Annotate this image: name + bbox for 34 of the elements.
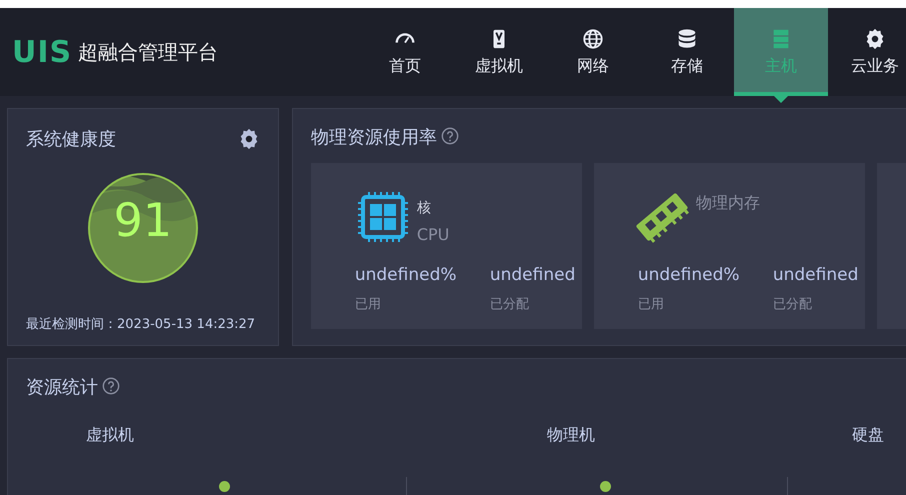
resource-name: CPU [416,225,450,244]
used-label: 已用 [354,296,382,313]
column-title: 虚拟机 [86,425,134,446]
app-title: 超融合管理平台 [78,38,218,66]
nav-tab[interactable]: 首页 [358,8,452,96]
status-dot-icon [600,481,611,492]
settings-icon [864,28,886,50]
nav-tab[interactable]: 云业务 [828,8,906,96]
globe-icon [582,28,604,50]
settings-icon [238,128,260,150]
nav-tab[interactable]: 存储 [640,8,734,96]
column-title: 硬盘 [852,425,884,446]
resource-name: 物理内存 [696,193,760,214]
logo: UIS [12,34,72,70]
health-score: 91 [112,193,174,247]
used-value: undefined% [638,265,741,285]
nav-tab[interactable]: 虚拟机 [452,8,546,96]
allocated-label: 已分配 [772,296,813,313]
help-icon[interactable] [440,127,459,145]
unit-label: 核 [416,199,432,217]
allocated-value: undefined [490,265,576,285]
last-check-time: 最近检测时间：2023-05-13 14:23:27 [26,316,256,333]
allocated-label: 已分配 [490,296,530,313]
panel-title: 系统健康度 [26,128,116,151]
used-label: 已用 [638,296,665,313]
allocated-value: undefined [772,265,860,285]
panel-title: 物理资源使用率 [310,127,437,148]
panel-title: 资源统计 [26,377,98,398]
nav-tab[interactable]: 网络 [546,8,640,96]
status-dot-icon [219,481,230,492]
database-icon [676,28,698,50]
help-icon[interactable] [102,377,120,395]
used-value: undefined% [354,265,458,285]
column-title: 物理机 [547,425,595,446]
